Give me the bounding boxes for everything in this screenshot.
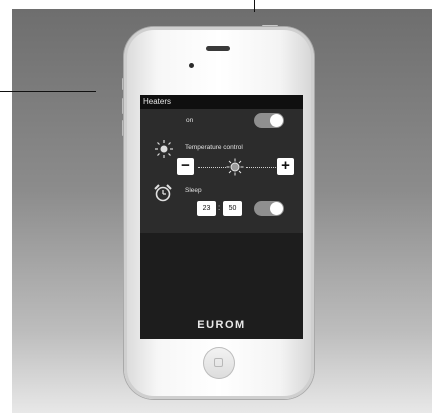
sleep-hours-field[interactable]: 23 <box>197 201 216 216</box>
sleep-minutes-field[interactable]: 50 <box>223 201 242 216</box>
slider-track-left <box>198 167 226 168</box>
controls-panel: on Temperature control − + Sleep 23: 50 <box>140 109 303 233</box>
app-screen: Heaters on Temperature control − + Sleep… <box>140 95 303 339</box>
page-title: Heaters <box>140 95 303 109</box>
home-button-square <box>214 358 223 367</box>
power-label: on <box>186 117 194 124</box>
leader-line-top <box>254 0 255 12</box>
slider-track-right <box>246 167 276 168</box>
speaker-grille <box>206 46 230 51</box>
sleep-toggle[interactable] <box>254 201 284 216</box>
alarm-clock-icon <box>154 184 172 202</box>
temperature-level-icon[interactable] <box>226 158 244 176</box>
brand-logo: EUROM <box>197 319 246 331</box>
sun-icon <box>155 140 173 158</box>
leader-line-left <box>0 91 96 92</box>
time-separator: : <box>218 203 221 212</box>
decrease-temperature-button[interactable]: − <box>177 158 194 175</box>
home-button[interactable] <box>203 347 235 379</box>
power-toggle[interactable] <box>254 113 284 128</box>
toggle-knob <box>270 202 283 215</box>
temperature-label: Temperature control <box>185 144 243 151</box>
sleep-label: Sleep <box>185 187 202 194</box>
toggle-knob <box>270 114 283 127</box>
increase-temperature-button[interactable]: + <box>277 158 294 175</box>
front-camera <box>189 63 194 68</box>
